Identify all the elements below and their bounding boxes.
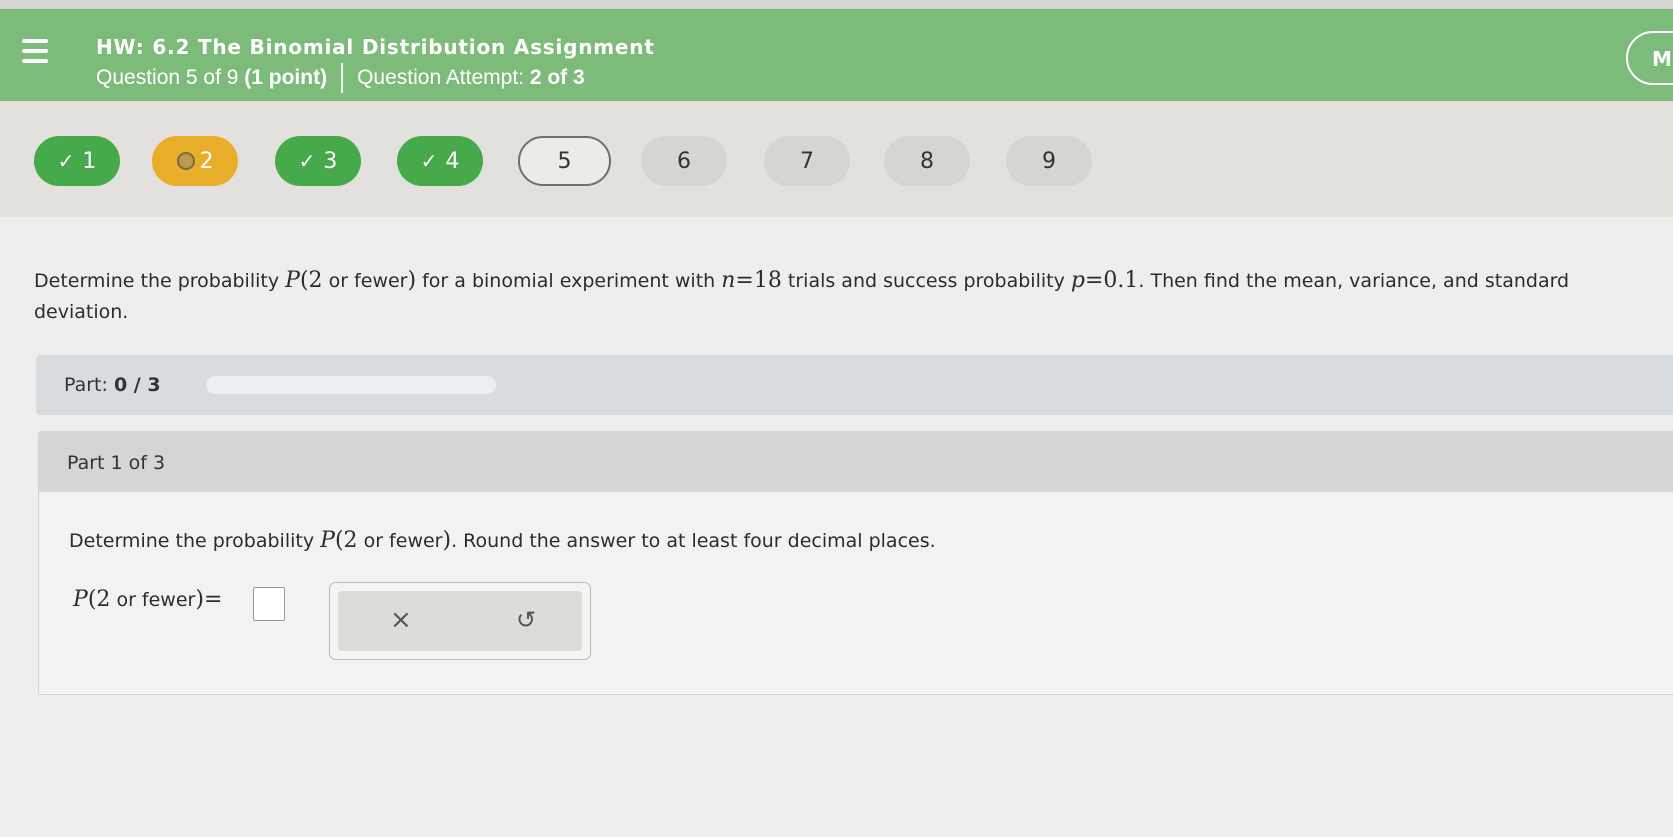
part-title: Part 1 of 3 [67,452,166,474]
checkmark-icon: ✓ [298,149,316,173]
answer-toolbox: × ↺ [329,582,591,660]
clear-icon[interactable]: × [390,605,412,635]
browser-top-strip [0,0,1673,9]
question-number: Question 5 of 9 (1 point) [96,66,328,89]
part-instruction: Determine the probability P(2 or fewer).… [69,528,936,553]
checkmark-icon: ✓ [420,149,438,173]
problem-statement: Determine the probability P(2 or fewer) … [34,268,1570,323]
undo-icon[interactable]: ↺ [516,606,536,634]
question-nav-3[interactable]: ✓ 3 [275,136,361,186]
partial-credit-icon [176,152,195,170]
hamburger-menu-icon[interactable] [18,39,52,67]
part-card: Part 1 of 3 Determine the probability P(… [38,431,1673,695]
answer-input[interactable] [253,587,285,621]
parts-progress-track [206,376,496,394]
question-nav-5[interactable]: 5 [518,136,611,186]
parts-progress-bar: Part: 0 / 3 [36,355,1673,415]
checkmark-icon: ✓ [57,149,75,173]
question-nav-1[interactable]: ✓ 1 [34,136,120,186]
parts-label: Part: 0 / 3 [64,374,161,396]
assignment-title: HW: 6.2 The Binomial Distribution Assign… [96,35,655,59]
attempt-info: Question Attempt: 2 of 3 [357,66,585,89]
answer-toolbox-inner: × ↺ [338,591,582,651]
assignment-header: HW: 6.2 The Binomial Distribution Assign… [0,9,1673,101]
answer-equation-label: P(2 or fewer)= [73,587,223,612]
question-nav-4[interactable]: ✓ 4 [397,136,483,186]
question-nav-2[interactable]: 2 [152,136,238,186]
header-right-button[interactable]: Mi [1626,31,1673,85]
header-divider [341,63,344,93]
question-nav-9[interactable]: 9 [1006,136,1092,186]
question-nav-7[interactable]: 7 [764,136,850,186]
question-info: Question 5 of 9 (1 point) Question Attem… [96,63,585,93]
part-card-header: Part 1 of 3 [39,432,1673,492]
question-nav-6[interactable]: 6 [641,136,727,186]
question-nav-8[interactable]: 8 [884,136,970,186]
